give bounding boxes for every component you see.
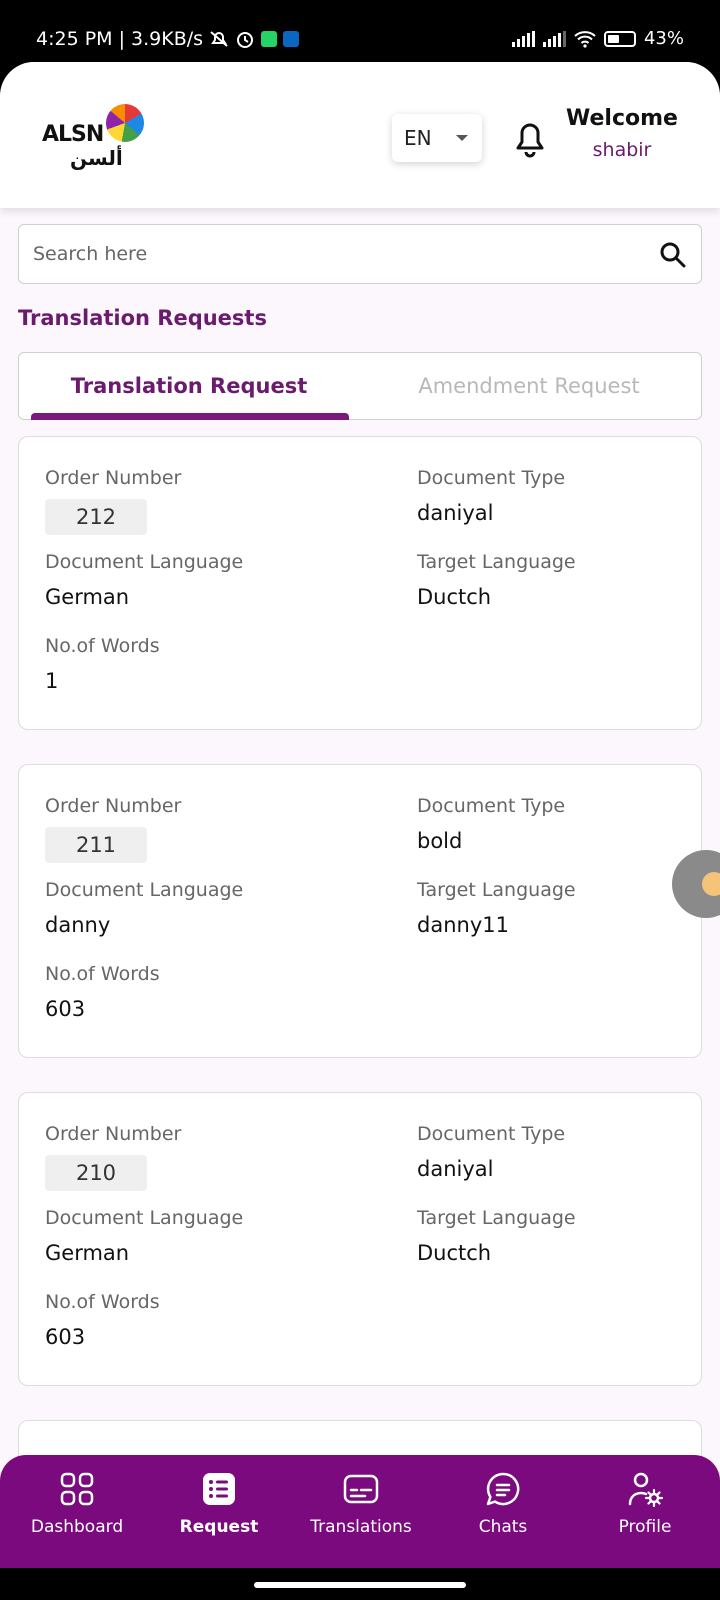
nav-label-chats: Chats — [478, 1517, 528, 1537]
nav-item-translations[interactable]: Translations — [289, 1455, 433, 1568]
document-type-value: daniyal — [417, 501, 494, 525]
section-title: Translation Requests — [18, 306, 267, 330]
language-value: EN — [404, 126, 432, 150]
profile-settings-icon — [628, 1472, 663, 1507]
subtitles-icon — [343, 1474, 379, 1504]
bottom-nav: Dashboard Request Translations Chats Pro… — [0, 1455, 720, 1568]
no-of-words-value: 1 — [45, 669, 59, 693]
app-screen: ALSN ألسن EN Welcome shabir Translation … — [0, 62, 720, 1568]
status-right: 43% — [511, 28, 684, 49]
logo-emblem — [106, 104, 144, 142]
signal-icon-2 — [542, 30, 566, 47]
target-language-label: Target Language — [417, 551, 576, 573]
no-of-words-label: No.of Words — [45, 963, 160, 985]
document-language-label: Document Language — [45, 551, 244, 573]
mute-icon — [210, 31, 228, 47]
order-number-label: Order Number — [45, 467, 182, 489]
signal-icon — [511, 30, 535, 47]
request-tabs: Translation Request Amendment Request — [18, 352, 702, 420]
nav-item-chats[interactable]: Chats — [431, 1455, 575, 1568]
document-language-value: danny — [45, 913, 111, 937]
document-type-label: Document Type — [417, 795, 566, 817]
battery-level: 43% — [643, 28, 684, 49]
no-of-words-value: 603 — [45, 997, 86, 1021]
no-of-words-value: 603 — [45, 1325, 86, 1349]
nav-label-request: Request — [179, 1517, 259, 1537]
search-icon[interactable] — [659, 241, 687, 269]
document-language-label: Document Language — [45, 1207, 244, 1229]
logo-text-ar: ألسن — [70, 146, 123, 170]
nav-label-dashboard: Dashboard — [30, 1517, 124, 1537]
document-language-label: Document Language — [45, 879, 244, 901]
order-number-value: 212 — [45, 499, 147, 535]
whatsapp-icon — [261, 31, 278, 47]
status-time-speed: 4:25 PM | 3.9KB/s — [36, 28, 204, 50]
nav-item-request[interactable]: Request — [147, 1455, 291, 1568]
gesture-bar[interactable] — [0, 1568, 720, 1600]
status-bar: 4:25 PM | 3.9KB/s 43% — [0, 0, 720, 62]
chat-icon — [486, 1472, 520, 1506]
document-type-value: daniyal — [417, 1157, 494, 1181]
document-type-value: bold — [417, 829, 463, 853]
document-language-value: German — [45, 1241, 130, 1265]
battery-icon — [603, 30, 636, 47]
nav-item-dashboard[interactable]: Dashboard — [5, 1455, 149, 1568]
target-language-label: Target Language — [417, 879, 576, 901]
no-of-words-label: No.of Words — [45, 1291, 160, 1313]
nav-item-profile[interactable]: Profile — [573, 1455, 717, 1568]
target-language-value: danny11 — [417, 913, 509, 937]
request-list: Order Number 212 Document Type daniyal D… — [18, 436, 702, 1514]
grid-icon — [60, 1472, 94, 1506]
order-number-value: 211 — [45, 827, 147, 863]
wifi-icon — [574, 30, 596, 48]
tab-amendment-request[interactable]: Amendment Request — [359, 353, 699, 419]
caret-down-icon — [456, 135, 468, 141]
alsn-logo[interactable]: ALSN ألسن — [42, 102, 146, 172]
nav-label-translations: Translations — [310, 1517, 412, 1537]
tab-active-indicator — [31, 413, 349, 420]
target-language-label: Target Language — [417, 1207, 576, 1229]
logo-text-en: ALSN — [42, 122, 104, 147]
app-header: ALSN ألسن EN Welcome shabir — [0, 62, 720, 208]
search-box[interactable] — [18, 224, 702, 284]
search-input[interactable] — [33, 225, 633, 283]
user-name: shabir — [592, 139, 652, 161]
document-type-label: Document Type — [417, 1123, 566, 1145]
order-number-label: Order Number — [45, 1123, 182, 1145]
tab-translation-request[interactable]: Translation Request — [19, 353, 359, 419]
no-of-words-label: No.of Words — [45, 635, 160, 657]
document-type-label: Document Type — [417, 467, 566, 489]
target-language-value: Ductch — [417, 585, 492, 609]
order-number-label: Order Number — [45, 795, 182, 817]
welcome-block: Welcome shabir — [560, 106, 684, 161]
document-language-value: German — [45, 585, 130, 609]
status-left: 4:25 PM | 3.9KB/s — [36, 28, 300, 50]
target-language-value: Ductch — [417, 1241, 492, 1265]
request-card[interactable]: Order Number 211 Document Type bold Docu… — [18, 764, 702, 1058]
welcome-title: Welcome — [566, 106, 678, 131]
request-card[interactable]: Order Number 210 Document Type daniyal D… — [18, 1092, 702, 1386]
nav-label-profile: Profile — [618, 1517, 672, 1537]
alarm-icon — [237, 32, 254, 48]
linkedin-icon — [283, 31, 300, 47]
language-select[interactable]: EN — [392, 114, 482, 162]
order-number-value: 210 — [45, 1155, 147, 1191]
list-icon — [203, 1473, 235, 1505]
request-card[interactable]: Order Number 212 Document Type daniyal D… — [18, 436, 702, 730]
bell-icon[interactable] — [510, 116, 550, 160]
